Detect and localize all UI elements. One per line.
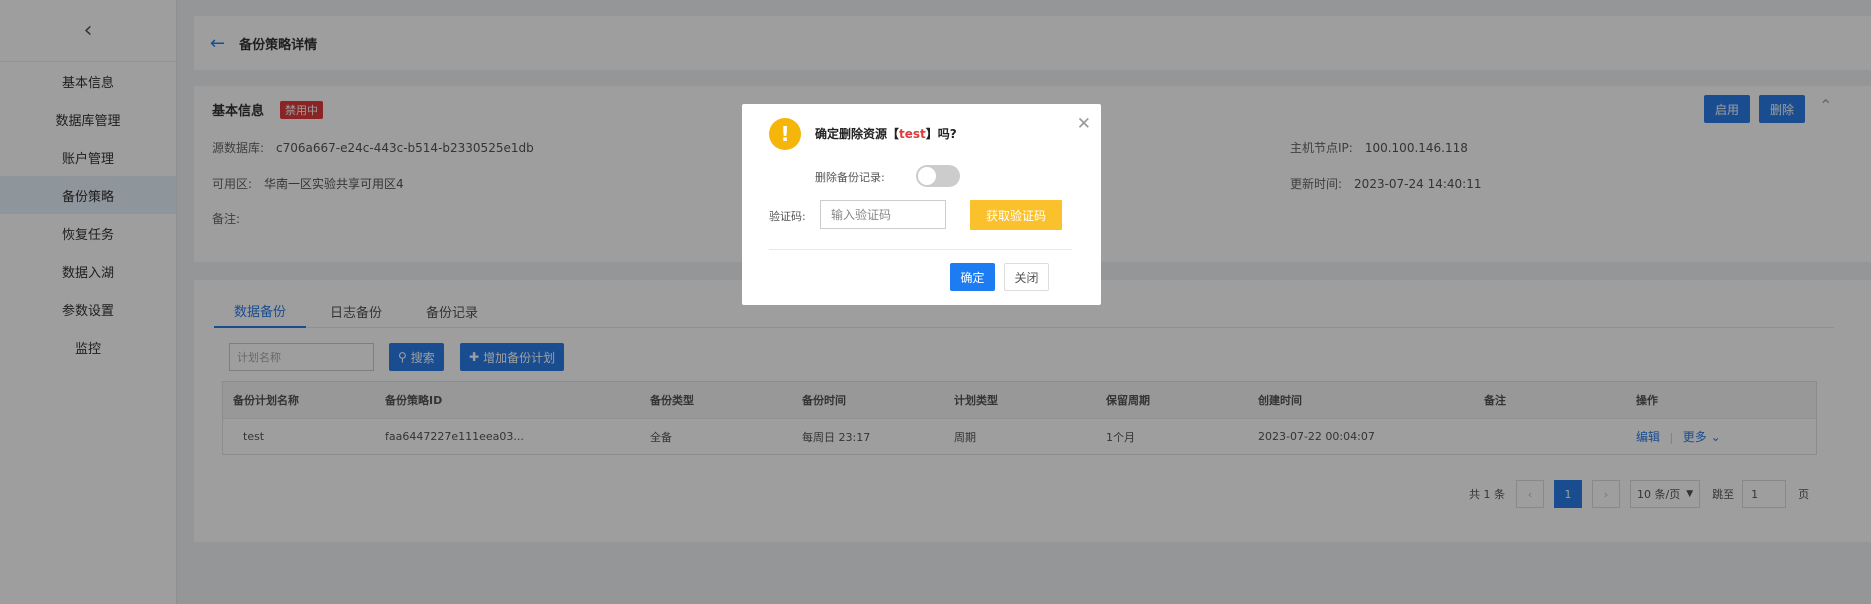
delete-confirm-dialog: ! 确定删除资源【test】吗? ✕ 删除备份记录: 验证码: 输入验证码 获取…: [742, 104, 1101, 305]
close-button[interactable]: 关闭: [1004, 263, 1049, 291]
title-prefix: 确定删除资源【: [815, 127, 900, 141]
delete-records-label: 删除备份记录:: [815, 171, 885, 184]
warning-icon: !: [769, 118, 801, 150]
toggle-knob: [918, 167, 936, 185]
resource-name: test: [899, 127, 926, 141]
code-label: 验证码:: [769, 210, 806, 223]
confirm-button[interactable]: 确定: [950, 263, 995, 291]
dialog-divider: [769, 249, 1072, 250]
delete-records-toggle[interactable]: [916, 165, 960, 187]
dialog-title: 确定删除资源【test】吗?: [815, 125, 957, 142]
title-suffix: 】吗?: [925, 127, 957, 141]
get-code-button[interactable]: 获取验证码: [970, 200, 1062, 230]
verification-code-input[interactable]: 输入验证码: [820, 200, 946, 229]
close-icon[interactable]: ✕: [1077, 114, 1091, 134]
